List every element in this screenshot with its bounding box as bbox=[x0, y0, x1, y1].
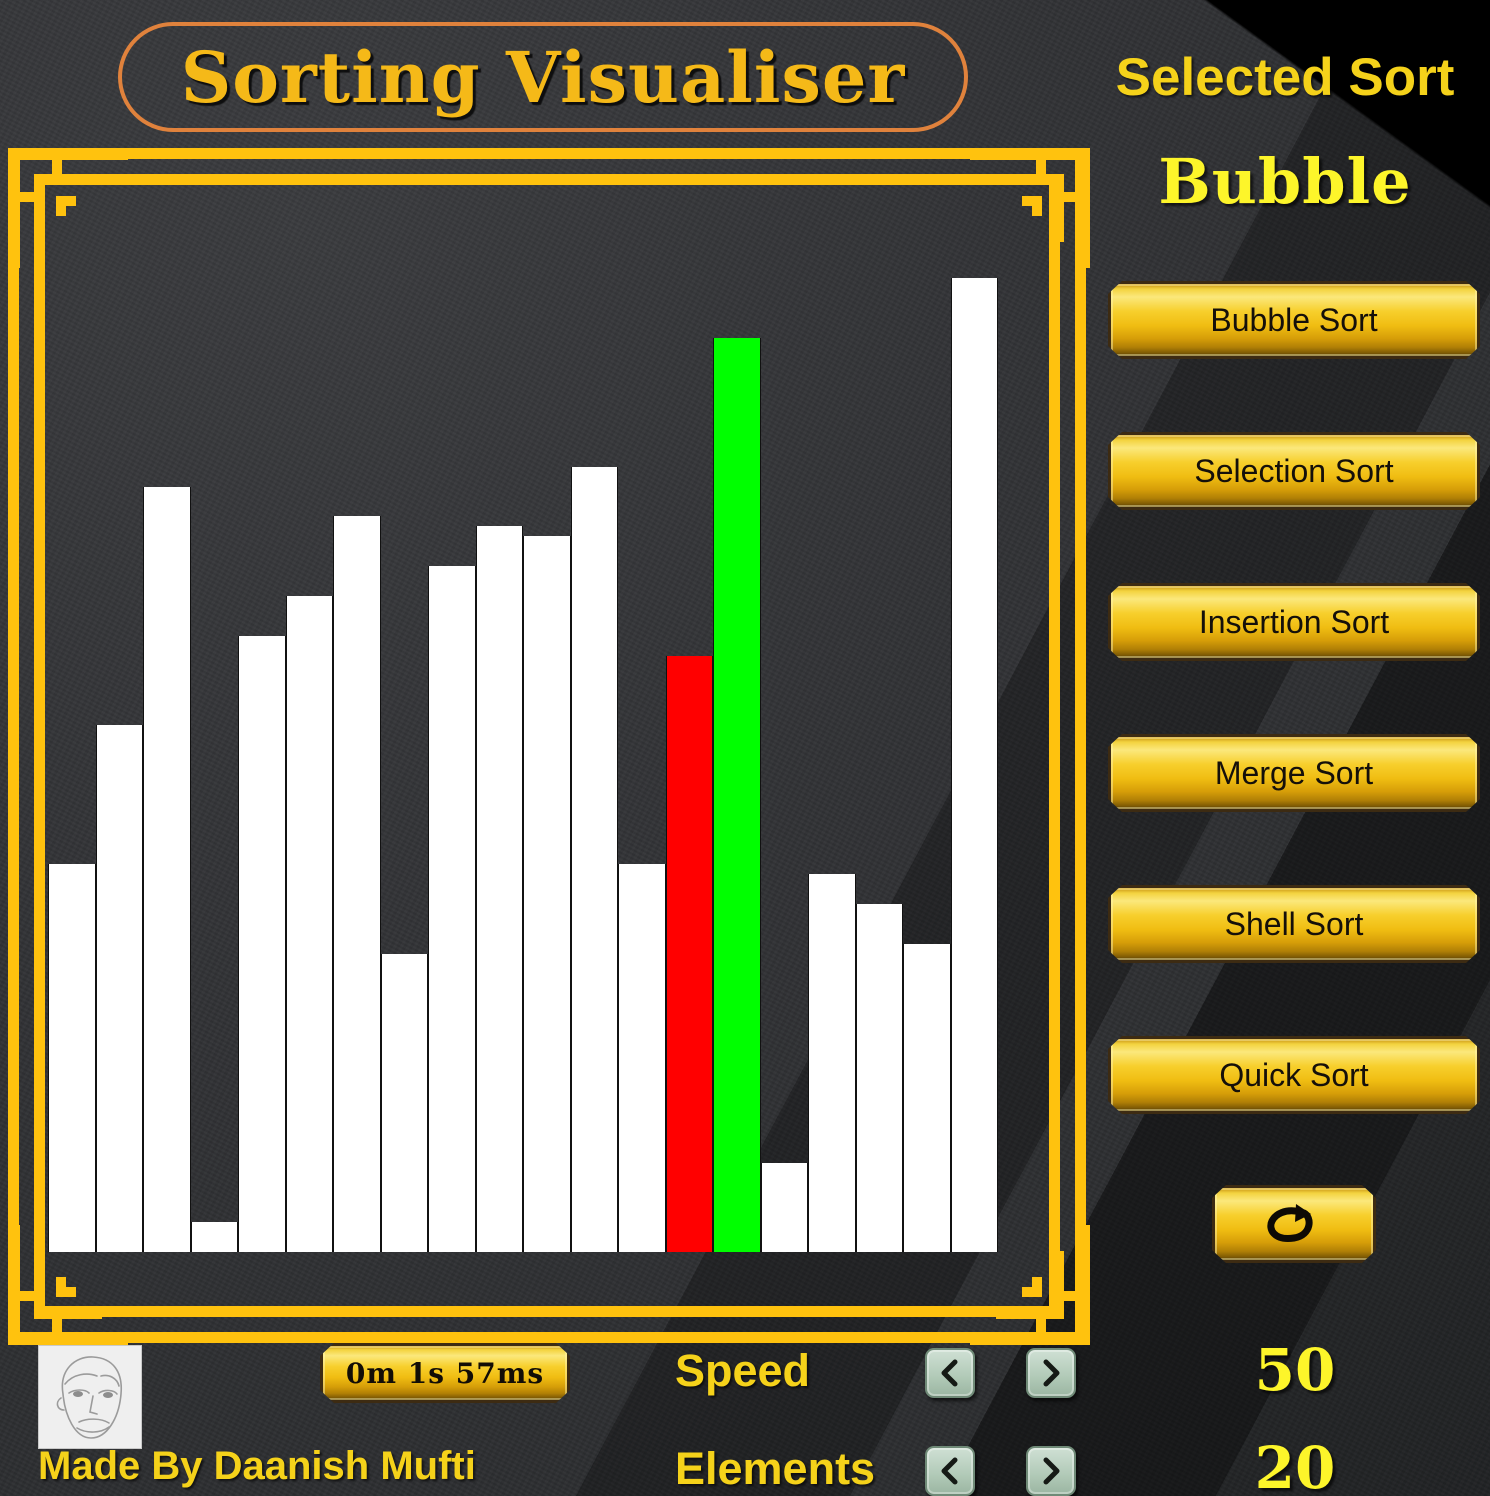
frame-outer-bottom bbox=[8, 1332, 1086, 1343]
chevron-left-icon bbox=[941, 1359, 958, 1387]
chart-bar bbox=[855, 904, 903, 1252]
chevron-left-icon bbox=[941, 1457, 958, 1485]
selected-sort-label: Selected Sort bbox=[1115, 48, 1455, 107]
merge-sort-button[interactable]: Merge Sort bbox=[1108, 734, 1480, 812]
chart-bar bbox=[713, 337, 761, 1252]
frame-inner-left bbox=[34, 174, 45, 1317]
frame-inner-right bbox=[1049, 174, 1060, 1317]
insertion-sort-button[interactable]: Insertion Sort bbox=[1108, 583, 1480, 661]
frame-corner-ornament-top-right bbox=[970, 148, 1090, 268]
portrait-sketch-icon bbox=[39, 1346, 141, 1448]
chart-bar bbox=[665, 655, 713, 1252]
page-title: Sorting Visualiser bbox=[180, 35, 906, 119]
chart-bar bbox=[903, 943, 951, 1252]
chart-bar bbox=[48, 864, 96, 1252]
chart-bar bbox=[190, 1222, 238, 1252]
bubble-sort-button[interactable]: Bubble Sort bbox=[1108, 281, 1480, 359]
selection-sort-button-label: Selection Sort bbox=[1194, 452, 1394, 489]
chart-bar bbox=[808, 874, 856, 1252]
avatar bbox=[38, 1345, 142, 1449]
selected-sort-value: Bubble bbox=[1158, 145, 1412, 218]
frame-corner-ornament-top-left bbox=[8, 148, 128, 268]
reset-button[interactable] bbox=[1212, 1185, 1376, 1263]
elements-label: Elements bbox=[675, 1443, 876, 1494]
app-title-box: Sorting Visualiser bbox=[118, 22, 968, 132]
frame-outer-top bbox=[8, 148, 1086, 159]
speed-value: 50 bbox=[1254, 1336, 1336, 1404]
refresh-icon bbox=[1262, 1201, 1326, 1247]
frame-inner-bottom bbox=[34, 1306, 1060, 1317]
frame-outer-right bbox=[1075, 148, 1086, 1343]
speed-increase-button[interactable] bbox=[1026, 1348, 1076, 1398]
shell-sort-button[interactable]: Shell Sort bbox=[1108, 885, 1480, 963]
chart-bar bbox=[523, 536, 571, 1252]
chart-bar bbox=[143, 486, 191, 1252]
shell-sort-button-label: Shell Sort bbox=[1224, 905, 1364, 942]
timer-value: 0m 1s 57ms bbox=[345, 1356, 545, 1390]
frame-outer-left bbox=[8, 148, 19, 1343]
chevron-right-icon bbox=[1043, 1457, 1060, 1485]
chart-bar bbox=[285, 595, 333, 1252]
chart-bar bbox=[475, 526, 523, 1252]
elements-value: 20 bbox=[1254, 1434, 1336, 1496]
chart-bar bbox=[333, 516, 381, 1252]
frame-inner-top bbox=[34, 174, 1060, 185]
selection-sort-button[interactable]: Selection Sort bbox=[1108, 432, 1480, 510]
chart-bar bbox=[570, 466, 618, 1252]
speed-decrease-button[interactable] bbox=[925, 1348, 975, 1398]
sorting-bars-chart bbox=[48, 258, 998, 1252]
timer-display: 0m 1s 57ms bbox=[320, 1343, 570, 1403]
quick-sort-button-label: Quick Sort bbox=[1219, 1056, 1369, 1093]
elements-increase-button[interactable] bbox=[1026, 1446, 1076, 1496]
chart-bar bbox=[618, 864, 666, 1252]
merge-sort-button-label: Merge Sort bbox=[1214, 754, 1374, 791]
chart-bar bbox=[760, 1162, 808, 1252]
made-by-credit: Made By Daanish Mufti bbox=[38, 1444, 476, 1488]
insertion-sort-button-label: Insertion Sort bbox=[1198, 603, 1390, 640]
chart-bar bbox=[238, 635, 286, 1252]
chart-bar bbox=[950, 277, 998, 1252]
chart-bar bbox=[380, 953, 428, 1252]
chart-bar bbox=[428, 566, 476, 1252]
speed-label: Speed bbox=[675, 1345, 811, 1396]
elements-decrease-button[interactable] bbox=[925, 1446, 975, 1496]
chevron-right-icon bbox=[1043, 1359, 1060, 1387]
quick-sort-button[interactable]: Quick Sort bbox=[1108, 1036, 1480, 1114]
chart-bar bbox=[95, 725, 143, 1252]
bubble-sort-button-label: Bubble Sort bbox=[1210, 301, 1378, 338]
